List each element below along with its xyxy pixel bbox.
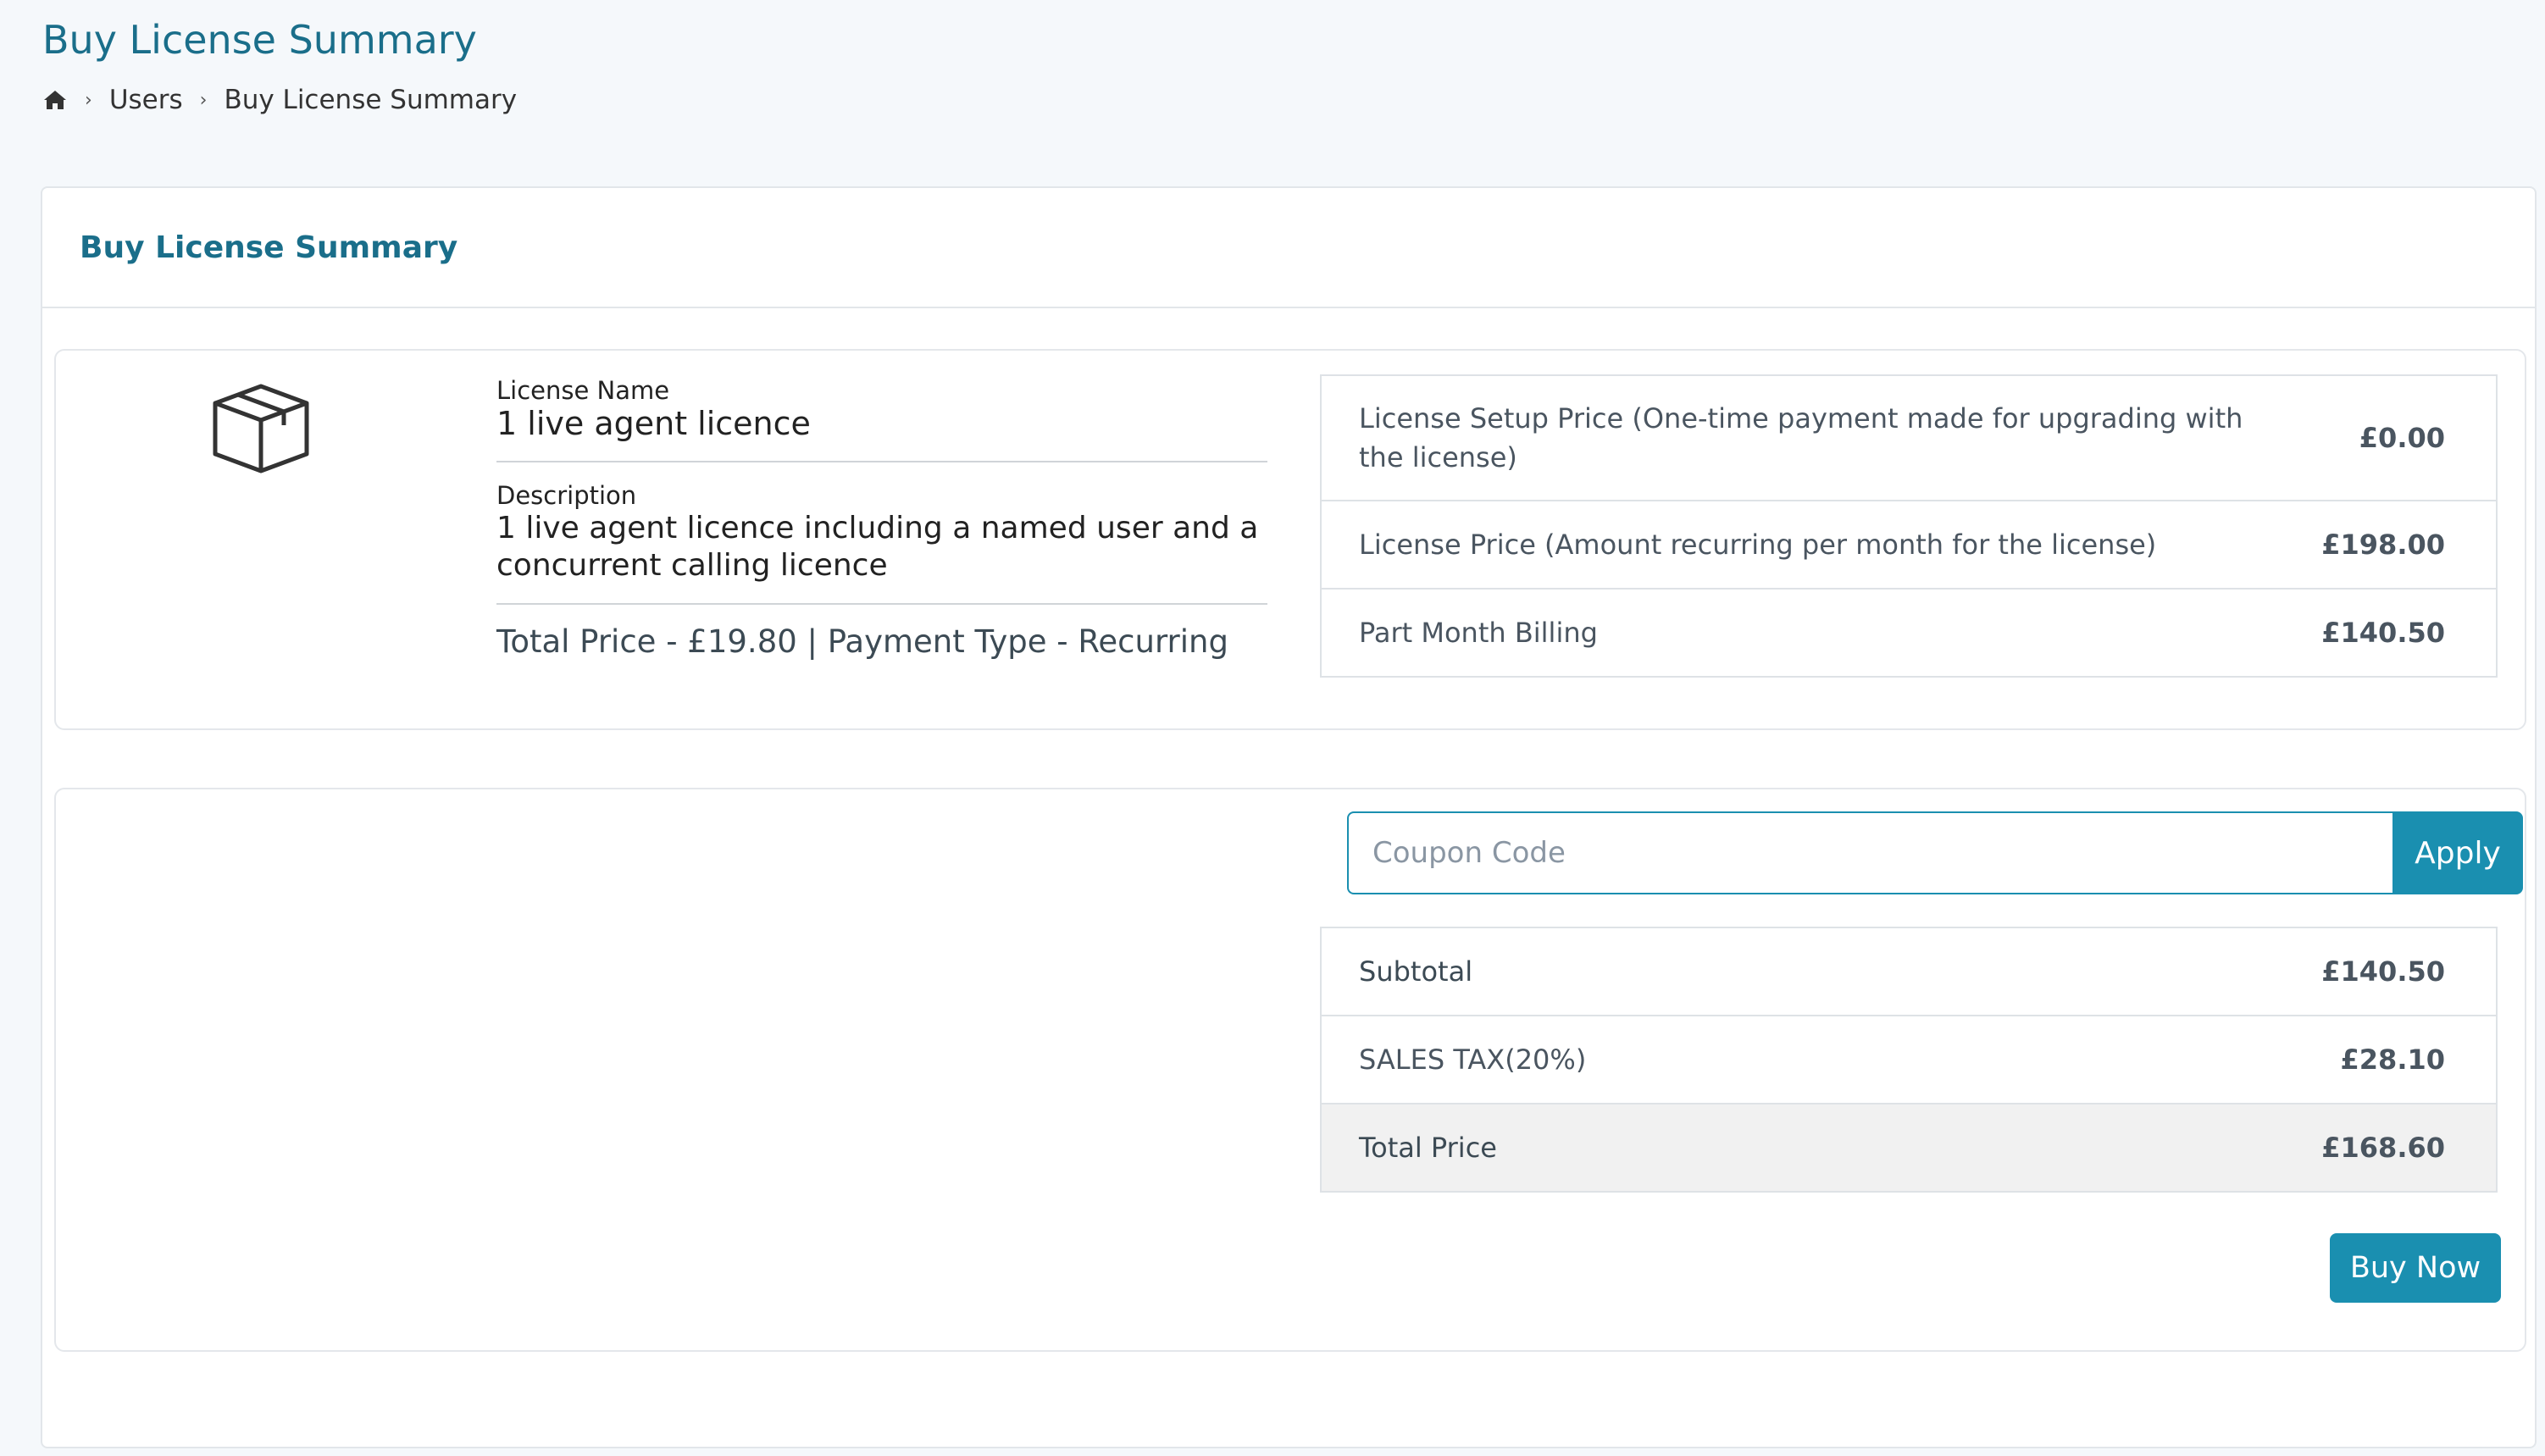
home-icon[interactable] [42,89,68,111]
card-header: Buy License Summary [42,188,2535,308]
total-price-value: £168.60 [2321,1132,2445,1164]
table-row: SALES TAX(20%) £28.10 [1322,1016,2496,1104]
total-price-label: Total Price [496,623,657,660]
sales-tax-label: SALES TAX(20%) [1359,1044,1587,1076]
buy-now-button[interactable]: Buy Now [2330,1233,2501,1303]
description-label: Description [496,481,637,510]
chevron-right-icon: › [199,89,208,111]
license-name: 1 live agent licence [496,405,811,442]
setup-price-value: £0.00 [2359,422,2445,454]
package-box-icon [208,376,313,481]
license-name-label: License Name [496,376,670,405]
table-row: License Price (Amount recurring per mont… [1322,501,2496,590]
payment-type-value: - Recurring [1046,623,1228,660]
pricing-table: License Setup Price (One-time payment ma… [1320,374,2498,678]
part-month-value: £140.50 [2321,617,2445,649]
table-row: License Setup Price (One-time payment ma… [1322,376,2496,501]
license-info: License Name 1 live agent licence Descri… [496,376,1267,660]
page-title: Buy License Summary [42,17,477,63]
part-month-label: Part Month Billing [1359,617,1598,649]
total-price-label: Total Price [1359,1132,1497,1164]
chevron-right-icon: › [85,89,92,111]
table-row: Total Price £168.60 [1322,1104,2496,1191]
breadcrumb: › Users › Buy License Summary [42,85,517,115]
buy-license-card: Buy License Summary License Name 1 live … [41,186,2537,1448]
license-price-value: £198.00 [2321,529,2445,561]
license-price-label: License Price (Amount recurring per mont… [1359,529,2157,561]
divider [496,603,1267,605]
card-title: Buy License Summary [80,230,458,265]
summary-table: Subtotal £140.50 SALES TAX(20%) £28.10 T… [1320,927,2498,1193]
table-row: Part Month Billing £140.50 [1322,590,2496,676]
coupon-group: Apply [1347,811,2523,894]
payment-type-label: Payment Type [827,623,1047,660]
subtotal-label: Subtotal [1359,955,1473,988]
subtotal-value: £140.50 [2321,955,2445,988]
total-price-value: - £19.80 | [656,623,828,660]
table-row: Subtotal £140.50 [1322,928,2496,1016]
sales-tax-value: £28.10 [2340,1044,2445,1076]
checkout-panel: Apply Subtotal £140.50 SALES TAX(20%) £2… [54,788,2526,1352]
apply-coupon-button[interactable]: Apply [2393,811,2523,894]
divider [496,461,1267,462]
price-line: Total Price - £19.80 | Payment Type - Re… [496,623,1267,660]
breadcrumb-item-current: Buy License Summary [224,85,518,115]
license-description: 1 live agent licence including a named u… [496,511,1259,583]
breadcrumb-item-users[interactable]: Users [109,85,183,115]
license-details-panel: License Name 1 live agent licence Descri… [54,349,2526,730]
coupon-code-input[interactable] [1347,811,2393,894]
setup-price-label: License Setup Price (One-time payment ma… [1359,402,2243,473]
